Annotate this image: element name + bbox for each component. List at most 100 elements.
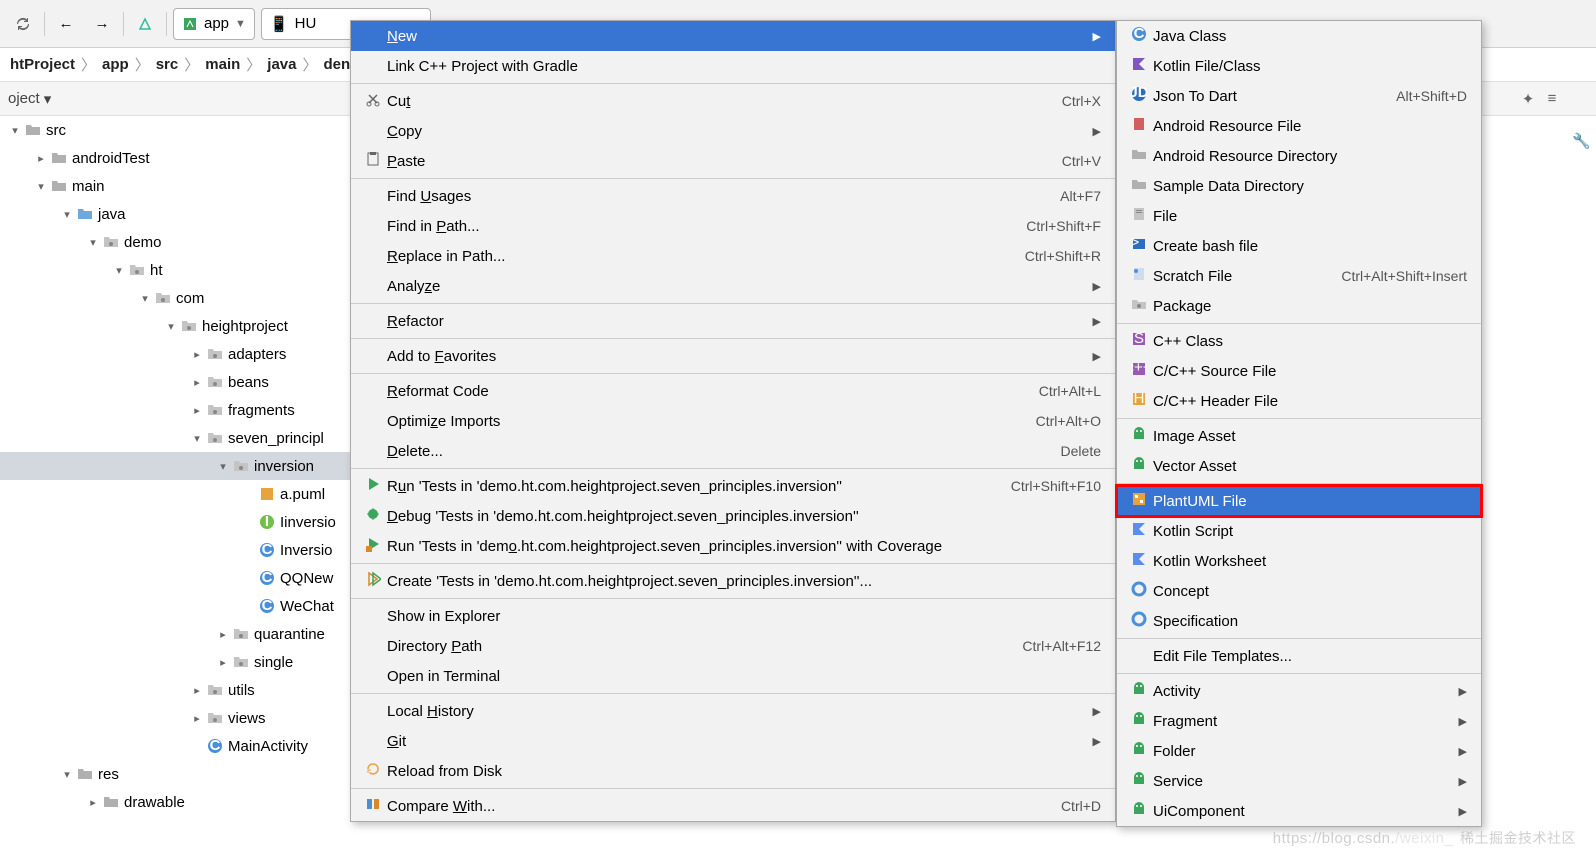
disclosure-icon[interactable]: ▸ xyxy=(188,712,206,725)
menu-item[interactable]: CutCtrl+X xyxy=(351,86,1115,116)
project-dropdown-icon[interactable]: ▾ xyxy=(40,90,52,108)
tree-row[interactable]: ▾src xyxy=(0,116,350,144)
back-icon[interactable]: ← xyxy=(51,9,81,39)
disclosure-icon[interactable]: ▸ xyxy=(214,628,232,641)
menu-item[interactable]: Link C++ Project with Gradle xyxy=(351,51,1115,81)
tree-row[interactable]: ▸androidTest xyxy=(0,144,350,172)
menu-item[interactable]: Image Asset xyxy=(1117,421,1481,451)
sync-icon[interactable] xyxy=(8,9,38,39)
menu-item[interactable]: Replace in Path...Ctrl+Shift+R xyxy=(351,241,1115,271)
tree-row[interactable]: IIinversio xyxy=(0,508,350,536)
breadcrumb-seg[interactable]: main xyxy=(205,56,240,73)
breadcrumb-seg[interactable]: src xyxy=(156,56,179,73)
menu-item[interactable]: PlantUML File xyxy=(1117,486,1481,516)
menu-item[interactable]: Refactor▶ xyxy=(351,306,1115,336)
collapse-icon[interactable]: ≡ xyxy=(1540,90,1564,107)
menu-item[interactable]: Android Resource Directory xyxy=(1117,141,1481,171)
menu-item[interactable]: Find in Path...Ctrl+Shift+F xyxy=(351,211,1115,241)
menu-item[interactable]: Concept xyxy=(1117,576,1481,606)
breadcrumb-seg[interactable]: den xyxy=(324,56,351,73)
project-tree[interactable]: ▾src▸androidTest▾main▾java▾demo▾ht▾com▾h… xyxy=(0,116,350,863)
disclosure-icon[interactable]: ▾ xyxy=(58,768,76,781)
tree-row[interactable]: CMainActivity xyxy=(0,732,350,760)
disclosure-icon[interactable]: ▾ xyxy=(110,264,128,277)
disclosure-icon[interactable]: ▾ xyxy=(162,320,180,333)
disclosure-icon[interactable]: ▸ xyxy=(84,796,102,809)
menu-item[interactable]: UiComponent▶ xyxy=(1117,796,1481,826)
breadcrumb-seg[interactable]: app xyxy=(102,56,129,73)
tree-row[interactable]: CWeChat xyxy=(0,592,350,620)
disclosure-icon[interactable]: ▸ xyxy=(188,404,206,417)
menu-item[interactable]: Delete...Delete xyxy=(351,436,1115,466)
tree-row[interactable]: ▾inversion xyxy=(0,452,350,480)
menu-item[interactable]: Run 'Tests in 'demo.ht.com.heightproject… xyxy=(351,531,1115,561)
menu-item[interactable]: Kotlin Worksheet xyxy=(1117,546,1481,576)
wrench-icon[interactable]: 🔧 xyxy=(1572,132,1596,150)
disclosure-icon[interactable]: ▾ xyxy=(58,208,76,221)
menu-item[interactable]: Service▶ xyxy=(1117,766,1481,796)
new-submenu[interactable]: CJava ClassKotlin File/ClassJDJson To Da… xyxy=(1116,20,1482,827)
menu-item[interactable]: Add to Favorites▶ xyxy=(351,341,1115,371)
disclosure-icon[interactable]: ▸ xyxy=(188,684,206,697)
tree-row[interactable]: ▸views xyxy=(0,704,350,732)
disclosure-icon[interactable]: ▾ xyxy=(188,432,206,445)
tree-row[interactable]: ▸adapters xyxy=(0,340,350,368)
disclosure-icon[interactable]: ▾ xyxy=(32,180,50,193)
disclosure-icon[interactable]: ▾ xyxy=(84,236,102,249)
tree-row[interactable]: ▾heightproject xyxy=(0,312,350,340)
menu-item[interactable]: HC/C++ Header File xyxy=(1117,386,1481,416)
menu-item[interactable]: File xyxy=(1117,201,1481,231)
menu-item[interactable]: c++C/C++ Source File xyxy=(1117,356,1481,386)
disclosure-icon[interactable]: ▸ xyxy=(188,376,206,389)
menu-item[interactable]: CJava Class xyxy=(1117,21,1481,51)
menu-item[interactable]: Git▶ xyxy=(351,726,1115,756)
target-icon[interactable]: ✦ xyxy=(1516,90,1540,108)
tree-row[interactable]: ▾ht xyxy=(0,256,350,284)
menu-item[interactable]: Open in Terminal xyxy=(351,661,1115,691)
menu-item[interactable]: Local History▶ xyxy=(351,696,1115,726)
tree-row[interactable]: ▾seven_principl xyxy=(0,424,350,452)
menu-item[interactable]: Fragment▶ xyxy=(1117,706,1481,736)
menu-item[interactable]: Directory PathCtrl+Alt+F12 xyxy=(351,631,1115,661)
tree-row[interactable]: ▸fragments xyxy=(0,396,350,424)
tree-row[interactable]: ▾main xyxy=(0,172,350,200)
menu-item[interactable]: SC++ Class xyxy=(1117,326,1481,356)
menu-item[interactable]: Kotlin File/Class xyxy=(1117,51,1481,81)
menu-item[interactable]: Analyze▶ xyxy=(351,271,1115,301)
disclosure-icon[interactable]: ▾ xyxy=(136,292,154,305)
tree-row[interactable]: ▾demo xyxy=(0,228,350,256)
tree-row[interactable]: ▸drawable xyxy=(0,788,350,816)
disclosure-icon[interactable]: ▸ xyxy=(32,152,50,165)
tree-row[interactable]: ▸utils xyxy=(0,676,350,704)
menu-item[interactable]: Activity▶ xyxy=(1117,676,1481,706)
menu-item[interactable]: >_Create bash file xyxy=(1117,231,1481,261)
menu-item[interactable]: Vector Asset xyxy=(1117,451,1481,481)
menu-item[interactable]: Sample Data Directory xyxy=(1117,171,1481,201)
menu-item[interactable]: PasteCtrl+V xyxy=(351,146,1115,176)
menu-item[interactable]: Debug 'Tests in 'demo.ht.com.heightproje… xyxy=(351,501,1115,531)
menu-item[interactable]: Package xyxy=(1117,291,1481,321)
menu-item[interactable]: Run 'Tests in 'demo.ht.com.heightproject… xyxy=(351,471,1115,501)
menu-item[interactable]: Create 'Tests in 'demo.ht.com.heightproj… xyxy=(351,566,1115,596)
menu-item[interactable]: JDJson To DartAlt+Shift+D xyxy=(1117,81,1481,111)
menu-item[interactable]: Scratch FileCtrl+Alt+Shift+Insert xyxy=(1117,261,1481,291)
tree-row[interactable]: ▸single xyxy=(0,648,350,676)
menu-item[interactable]: Show in Explorer xyxy=(351,601,1115,631)
menu-item[interactable]: Edit File Templates... xyxy=(1117,641,1481,671)
menu-item[interactable]: Kotlin Script xyxy=(1117,516,1481,546)
tree-row[interactable]: ▾res xyxy=(0,760,350,788)
menu-item[interactable]: Optimize ImportsCtrl+Alt+O xyxy=(351,406,1115,436)
menu-item[interactable]: Specification xyxy=(1117,606,1481,636)
module-combo[interactable]: app ▼ xyxy=(173,8,255,40)
menu-item[interactable]: Reload from Disk xyxy=(351,756,1115,786)
menu-item[interactable]: Compare With...Ctrl+D xyxy=(351,791,1115,821)
tree-row[interactable]: ▸quarantine xyxy=(0,620,350,648)
disclosure-icon[interactable]: ▸ xyxy=(214,656,232,669)
tree-row[interactable]: CQQNew xyxy=(0,564,350,592)
disclosure-icon[interactable]: ▸ xyxy=(188,348,206,361)
tree-row[interactable]: ▸beans xyxy=(0,368,350,396)
context-menu[interactable]: New▶Link C++ Project with GradleCutCtrl+… xyxy=(350,20,1116,822)
menu-item[interactable]: Reformat CodeCtrl+Alt+L xyxy=(351,376,1115,406)
tree-row[interactable]: ▾com xyxy=(0,284,350,312)
menu-item[interactable]: Copy▶ xyxy=(351,116,1115,146)
